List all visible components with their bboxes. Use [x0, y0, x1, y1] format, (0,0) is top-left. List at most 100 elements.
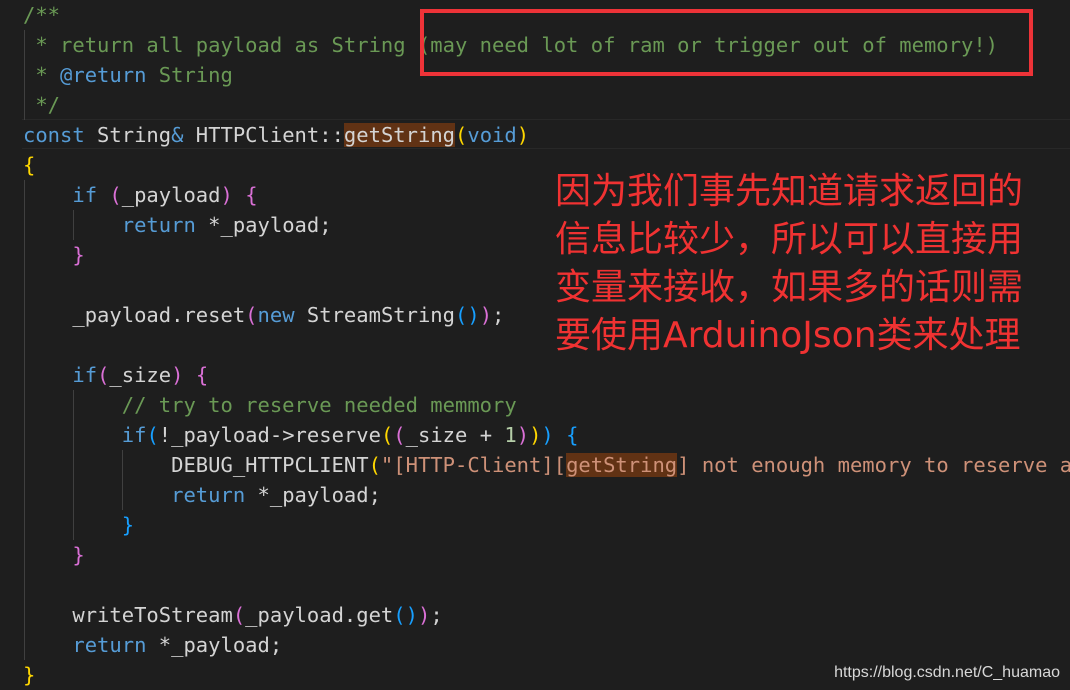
code-token: StreamString [294, 303, 455, 327]
annotation-line: 变量来接收，如果多的话则需 [555, 267, 1024, 308]
code-token: if [121, 423, 147, 447]
code-token: } [121, 513, 135, 537]
code-token: void [467, 123, 517, 147]
annotation-note: 因为我们事先知道请求返回的 信息比较少，所以可以直接用 变量来接收，如果多的话则… [555, 168, 1045, 360]
code-token: 1 [504, 423, 517, 447]
code-token: ; [430, 603, 443, 627]
code-line[interactable]: if(!_payload->reserve((_size + 1))) { [23, 420, 579, 450]
code-line[interactable]: // try to reserve needed memmory [23, 390, 517, 420]
code-token: { [195, 363, 209, 387]
code-token: ( [97, 363, 110, 387]
code-line[interactable]: } [23, 510, 134, 540]
code-token: ) [529, 423, 542, 447]
search-highlight-token: getString [343, 123, 456, 147]
code-token: ) [220, 183, 233, 207]
code-token: { [566, 423, 579, 447]
code-line[interactable]: return *_payload; [23, 480, 381, 510]
code-line[interactable]: /** [23, 0, 60, 30]
code-line[interactable]: if (_payload) { [23, 180, 258, 210]
code-token: ) [516, 123, 530, 147]
code-token: ( [393, 423, 406, 447]
code-token: */ [23, 93, 61, 117]
code-line[interactable]: } [23, 240, 85, 270]
search-highlight-token: getString [566, 453, 678, 477]
code-token: { [23, 153, 36, 177]
code-token: ( [109, 183, 122, 207]
code-token: writeToStream [23, 603, 233, 627]
code-token: ) [171, 363, 184, 387]
code-token: String [84, 123, 172, 147]
code-token: ( [455, 123, 468, 147]
code-token: !_payload->reserve [158, 423, 381, 447]
code-token: ) [541, 423, 554, 447]
code-token: _payload [121, 183, 221, 207]
code-token: ) [516, 423, 530, 447]
code-token: return [121, 213, 196, 237]
code-token: if [72, 363, 98, 387]
code-token: String [146, 63, 233, 87]
annotation-line: 要使用ArduinoJson类来处理 [555, 315, 1021, 356]
code-token: () [455, 303, 480, 327]
code-token: ( [146, 423, 159, 447]
code-token: & [171, 123, 184, 147]
code-token: ; [492, 303, 505, 327]
code-token: ) [417, 603, 431, 627]
code-token: _size + [405, 423, 505, 447]
code-token: *_payload; [245, 483, 381, 507]
code-token: return [171, 483, 246, 507]
code-token: "[HTTP-Client][ [380, 453, 567, 477]
annotation-line: 信息比较少，所以可以直接用 [555, 219, 1024, 260]
code-token: ) [479, 303, 493, 327]
code-line[interactable]: { [23, 150, 35, 180]
code-token: ] not enough memory to reserve a [677, 453, 1070, 477]
code-token: } [23, 663, 36, 687]
code-token: _payload.reset [23, 303, 246, 327]
code-line[interactable]: } [23, 660, 35, 690]
code-token: ( [232, 603, 246, 627]
code-line[interactable]: DEBUG_HTTPCLIENT("[HTTP-Client][getStrin… [23, 450, 1070, 480]
code-token: ( [368, 453, 381, 477]
annotation-line: 因为我们事先知道请求返回的 [555, 171, 1024, 212]
code-line[interactable]: _payload.reset(new StreamString()); [23, 300, 504, 330]
code-token: /** [23, 3, 61, 27]
code-token: } [72, 543, 85, 567]
code-token: // try to reserve needed memmory [23, 393, 517, 417]
code-token: ( [380, 423, 394, 447]
code-line[interactable]: writeToStream(_payload.get()); [23, 600, 443, 630]
code-line[interactable]: const String& HTTPClient::getString(void… [23, 120, 529, 150]
code-token: { [245, 183, 258, 207]
code-line[interactable]: * @return String [23, 60, 233, 90]
code-token: @return [60, 63, 147, 87]
watermark: https://blog.csdn.net/C_huamao [834, 664, 1060, 681]
code-token: *_payload; [195, 213, 332, 237]
code-token: _size [109, 363, 172, 387]
code-token: if [72, 183, 98, 207]
code-line[interactable]: if(_size) { [23, 360, 208, 390]
code-token: * [23, 63, 61, 87]
annotation-box [420, 9, 1033, 76]
code-token: ( [245, 303, 258, 327]
code-token: return [72, 633, 147, 657]
code-token: () [393, 603, 418, 627]
code-token: *_payload; [146, 633, 283, 657]
code-token: const [23, 123, 85, 147]
code-token: HTTPClient:: [183, 123, 344, 147]
code-line[interactable]: return *_payload; [23, 630, 282, 660]
code-line[interactable]: return *_payload; [23, 210, 332, 240]
code-line[interactable]: } [23, 540, 85, 570]
code-token: } [72, 243, 85, 267]
code-token: _payload.get [245, 603, 394, 627]
code-line[interactable]: */ [23, 90, 60, 120]
